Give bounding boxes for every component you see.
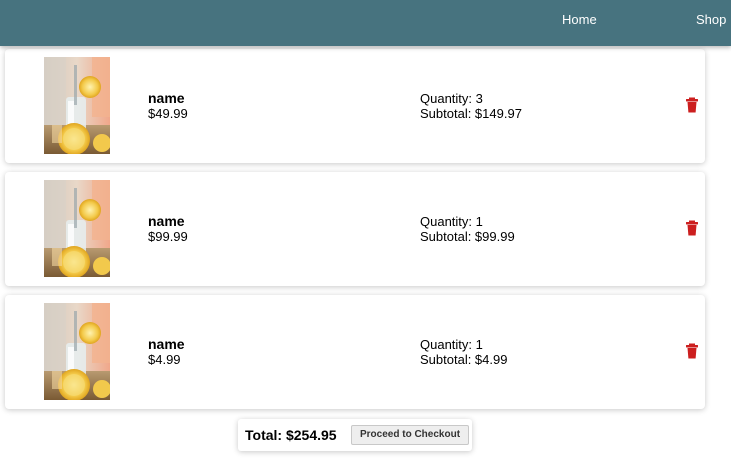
item-price: $49.99 bbox=[148, 106, 188, 121]
item-name: name bbox=[148, 90, 185, 106]
item-subtotal: Subtotal: $149.97 bbox=[420, 106, 522, 121]
item-quantity: Quantity: 1 bbox=[420, 214, 483, 229]
item-quantity-block: Quantity: 1 Subtotal: $4.99 bbox=[420, 337, 507, 367]
item-subtotal: Subtotal: $99.99 bbox=[420, 229, 515, 244]
cart-total-bar: Total: $254.95 Proceed to Checkout bbox=[238, 419, 472, 451]
item-info: name $49.99 bbox=[148, 90, 188, 122]
cart-item: name $49.99 Quantity: 3 Subtotal: $149.9… bbox=[5, 49, 705, 163]
item-name: name bbox=[148, 336, 185, 352]
item-name: name bbox=[148, 213, 185, 229]
item-price: $4.99 bbox=[148, 352, 181, 367]
cart-item: name $4.99 Quantity: 1 Subtotal: $4.99 bbox=[5, 295, 705, 409]
item-price: $99.99 bbox=[148, 229, 188, 244]
cart-total: Total: $254.95 bbox=[245, 427, 337, 443]
nav-home-link[interactable]: Home bbox=[562, 12, 597, 27]
nav-shop-link[interactable]: Shop bbox=[696, 12, 726, 27]
cart-item: name $99.99 Quantity: 1 Subtotal: $99.99 bbox=[5, 172, 705, 286]
item-quantity: Quantity: 1 bbox=[420, 337, 483, 352]
trash-icon[interactable] bbox=[685, 343, 699, 359]
top-navbar: Home Shop bbox=[0, 0, 731, 46]
trash-icon[interactable] bbox=[685, 97, 699, 113]
item-quantity: Quantity: 3 bbox=[420, 91, 483, 106]
product-image bbox=[44, 180, 110, 277]
item-info: name $4.99 bbox=[148, 336, 185, 368]
trash-icon[interactable] bbox=[685, 220, 699, 236]
product-image bbox=[44, 303, 110, 400]
product-image bbox=[44, 57, 110, 154]
item-quantity-block: Quantity: 1 Subtotal: $99.99 bbox=[420, 214, 515, 244]
checkout-button[interactable]: Proceed to Checkout bbox=[351, 425, 470, 445]
item-info: name $99.99 bbox=[148, 213, 188, 245]
item-quantity-block: Quantity: 3 Subtotal: $149.97 bbox=[420, 91, 522, 121]
item-subtotal: Subtotal: $4.99 bbox=[420, 352, 508, 367]
